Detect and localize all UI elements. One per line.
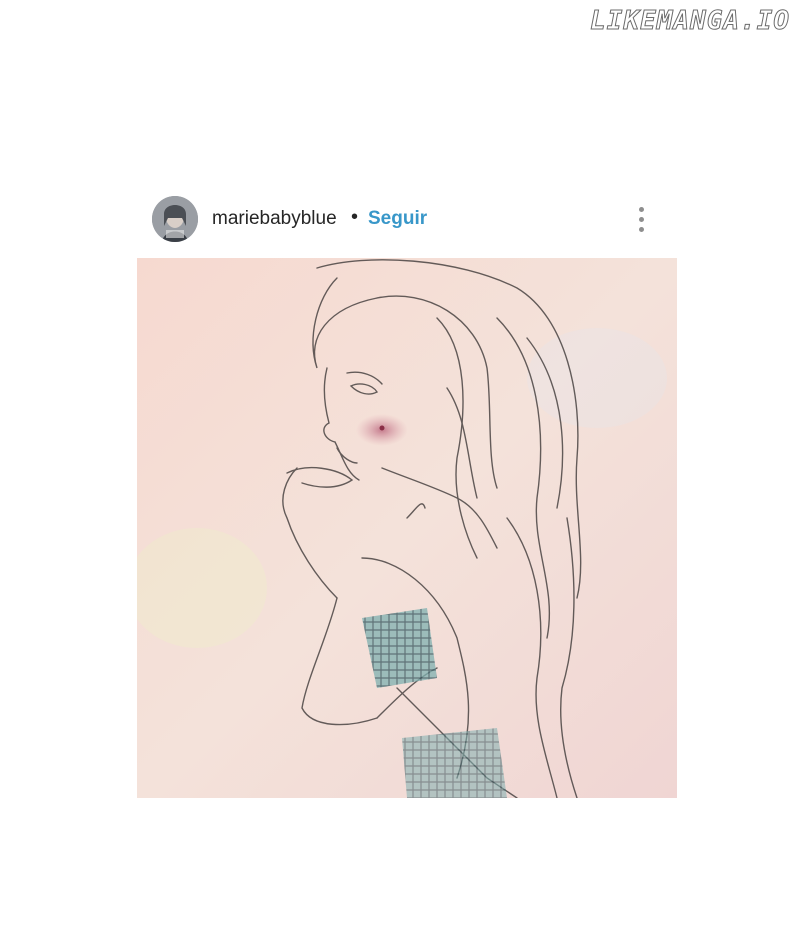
follow-button[interactable]: Seguir — [368, 208, 427, 230]
sketch-drawing — [137, 258, 677, 798]
separator-dot: • — [351, 206, 359, 228]
watermark-logo: LIKEMANGA.IO — [590, 6, 790, 37]
username[interactable]: mariebabyblue — [212, 208, 337, 230]
avatar[interactable] — [152, 196, 198, 242]
avatar-image — [152, 196, 198, 242]
more-vertical-icon[interactable] — [636, 207, 646, 233]
post-header: mariebabyblue • Seguir — [152, 196, 652, 244]
post-image — [137, 258, 677, 798]
